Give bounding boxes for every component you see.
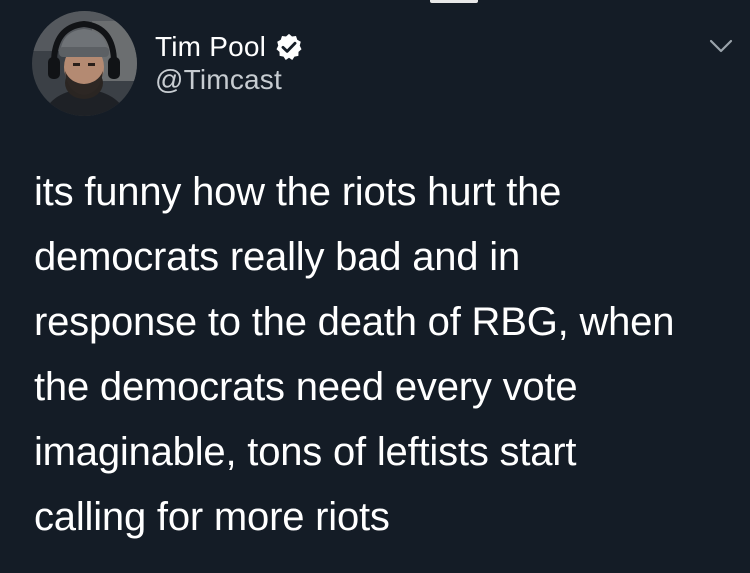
author-handle[interactable]: @Timcast	[155, 64, 282, 96]
user-avatar-icon	[32, 11, 137, 116]
author-display-name[interactable]: Tim Pool	[155, 31, 266, 63]
avatar[interactable]	[32, 11, 137, 116]
top-edge-mark	[430, 0, 478, 3]
tweet-text: its funny how the riots hurt the democra…	[34, 170, 675, 539]
tweet-card: Tim Pool @Timcast its funny how the riot…	[0, 0, 750, 573]
verified-badge-icon	[274, 32, 304, 62]
author-name-row: Tim Pool	[155, 29, 304, 65]
chevron-down-icon[interactable]	[708, 36, 734, 56]
